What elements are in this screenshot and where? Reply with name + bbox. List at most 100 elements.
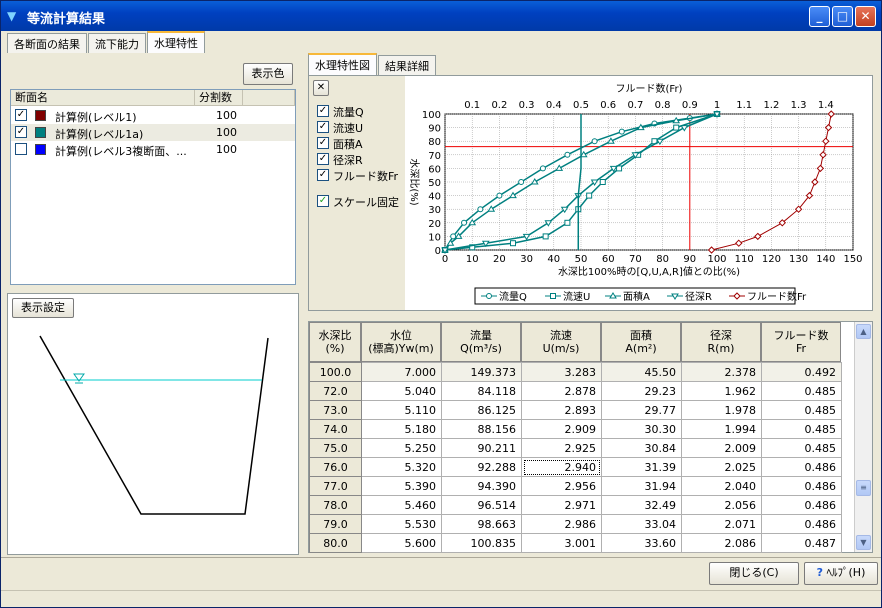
table-cell[interactable]: 90.211	[441, 438, 522, 458]
table-row[interactable]: 80.0 5.600 100.835 3.001 33.60 2.086 0.487	[309, 533, 842, 553]
maximize-button[interactable]: □	[832, 6, 853, 27]
table-cell[interactable]: 2.940	[521, 457, 602, 477]
table-row[interactable]: 78.0 5.460 96.514 2.971 32.49 2.056 0.486	[309, 495, 842, 515]
list-header-name[interactable]: 断面名	[11, 90, 195, 106]
table-cell[interactable]: 33.60	[601, 533, 682, 553]
table-cell[interactable]: 100.835	[441, 533, 522, 553]
table-row[interactable]: 74.0 5.180 88.156 2.909 30.30 1.994 0.485	[309, 419, 842, 439]
row-checkbox[interactable]: ✓	[15, 126, 27, 138]
table-cell[interactable]: 30.84	[601, 438, 682, 458]
column-header[interactable]: 水位 (標高)Yw(m)	[361, 322, 441, 362]
table-cell[interactable]: 2.986	[521, 514, 602, 534]
row-checkbox[interactable]	[15, 143, 27, 155]
column-header[interactable]: 流速 U(m/s)	[521, 322, 601, 362]
table-row[interactable]: 79.0 5.530 98.663 2.986 33.04 2.071 0.486	[309, 514, 842, 534]
table-cell[interactable]: 0.487	[761, 533, 842, 553]
table-cell[interactable]: 1.978	[681, 400, 762, 420]
table-cell[interactable]: 31.39	[601, 457, 682, 477]
table-cell[interactable]: 94.390	[441, 476, 522, 496]
table-cell[interactable]: 5.110	[361, 400, 442, 420]
table-cell[interactable]: 0.486	[761, 495, 842, 515]
table-cell[interactable]: 74.0	[309, 419, 362, 439]
table-cell[interactable]: 5.320	[361, 457, 442, 477]
list-item[interactable]: 計算例(レベル3複断面、... 100	[11, 141, 295, 158]
series-check[interactable]: ✓	[317, 169, 329, 181]
table-cell[interactable]: 149.373	[441, 362, 522, 382]
table-cell[interactable]: 29.23	[601, 381, 682, 401]
tab-flow-capacity[interactable]: 流下能力	[88, 33, 146, 53]
table-cell[interactable]: 98.663	[441, 514, 522, 534]
close-button[interactable]: 閉じる(C)	[709, 562, 799, 585]
scroll-down-button[interactable]: ▼	[856, 535, 871, 550]
table-cell[interactable]: 29.77	[601, 400, 682, 420]
fixed-row[interactable]: 100.0 7.000 149.373 3.283 45.50 2.378 0.492	[309, 362, 842, 382]
table-row[interactable]: 76.0 5.320 92.288 2.940 31.39 2.025 0.486	[309, 457, 842, 477]
table-cell[interactable]: 77.0	[309, 476, 362, 496]
table-cell[interactable]: 72.0	[309, 381, 362, 401]
table-cell[interactable]: 88.156	[441, 419, 522, 439]
table-cell[interactable]: 31.94	[601, 476, 682, 496]
table-cell[interactable]: 3.283	[521, 362, 602, 382]
table-cell[interactable]: 2.040	[681, 476, 762, 496]
minimize-button[interactable]: _	[809, 6, 830, 27]
table-cell[interactable]: 0.485	[761, 400, 842, 420]
table-cell[interactable]: 5.180	[361, 419, 442, 439]
column-header[interactable]: 水深比 (%)	[309, 322, 361, 362]
series-check[interactable]: ✓	[317, 121, 329, 133]
table-cell[interactable]: 2.378	[681, 362, 762, 382]
table-cell[interactable]: 76.0	[309, 457, 362, 477]
table-cell[interactable]: 5.600	[361, 533, 442, 553]
table-cell[interactable]: 33.04	[601, 514, 682, 534]
list-header-div[interactable]: 分割数	[195, 90, 243, 106]
table-cell[interactable]: 80.0	[309, 533, 362, 553]
table-cell[interactable]: 0.485	[761, 419, 842, 439]
tab-result-detail[interactable]: 結果詳細	[378, 55, 436, 75]
table-cell[interactable]: 2.971	[521, 495, 602, 515]
series-check[interactable]: ✓	[317, 105, 329, 117]
table-cell[interactable]: 0.485	[761, 438, 842, 458]
table-cell[interactable]: 5.390	[361, 476, 442, 496]
table-cell[interactable]: 2.893	[521, 400, 602, 420]
tab-section-results[interactable]: 各断面の結果	[7, 33, 87, 53]
table-cell[interactable]: 84.118	[441, 381, 522, 401]
table-row[interactable]: 73.0 5.110 86.125 2.893 29.77 1.978 0.485	[309, 400, 842, 420]
table-cell[interactable]: 5.460	[361, 495, 442, 515]
table-cell[interactable]: 100.0	[309, 362, 362, 382]
close-window-button[interactable]: ✕	[855, 6, 876, 27]
table-cell[interactable]: 3.001	[521, 533, 602, 553]
scroll-up-button[interactable]: ▲	[856, 324, 871, 339]
table-cell[interactable]: 86.125	[441, 400, 522, 420]
scale-fixed-check[interactable]: ✓	[317, 195, 329, 207]
table-cell[interactable]: 5.250	[361, 438, 442, 458]
table-cell[interactable]: 2.909	[521, 419, 602, 439]
table-cell[interactable]: 73.0	[309, 400, 362, 420]
table-cell[interactable]: 79.0	[309, 514, 362, 534]
table-cell[interactable]: 2.056	[681, 495, 762, 515]
row-color-swatch[interactable]	[35, 127, 46, 138]
row-checkbox[interactable]: ✓	[15, 109, 27, 121]
series-check[interactable]: ✓	[317, 137, 329, 149]
table-cell[interactable]: 96.514	[441, 495, 522, 515]
table-cell[interactable]: 78.0	[309, 495, 362, 515]
table-cell[interactable]: 0.486	[761, 476, 842, 496]
table-cell[interactable]: 2.086	[681, 533, 762, 553]
table-cell[interactable]: 92.288	[441, 457, 522, 477]
table-cell[interactable]: 2.925	[521, 438, 602, 458]
list-item[interactable]: ✓ 計算例(レベル1a) 100	[11, 124, 295, 141]
table-cell[interactable]: 2.025	[681, 457, 762, 477]
table-cell[interactable]: 30.30	[601, 419, 682, 439]
table-cell[interactable]: 2.956	[521, 476, 602, 496]
table-row[interactable]: 77.0 5.390 94.390 2.956 31.94 2.040 0.486	[309, 476, 842, 496]
table-cell[interactable]: 5.530	[361, 514, 442, 534]
table-cell[interactable]: 2.878	[521, 381, 602, 401]
table-cell[interactable]: 2.071	[681, 514, 762, 534]
table-cell[interactable]: 0.485	[761, 381, 842, 401]
close-chart-options-button[interactable]: ✕	[313, 80, 329, 96]
table-cell[interactable]: 32.49	[601, 495, 682, 515]
table-cell[interactable]: 0.486	[761, 514, 842, 534]
column-header[interactable]: 面積 A(m²)	[601, 322, 681, 362]
column-header[interactable]: 流量 Q(m³/s)	[441, 322, 521, 362]
table-cell[interactable]: 75.0	[309, 438, 362, 458]
table-cell[interactable]: 45.50	[601, 362, 682, 382]
row-color-swatch[interactable]	[35, 110, 46, 121]
